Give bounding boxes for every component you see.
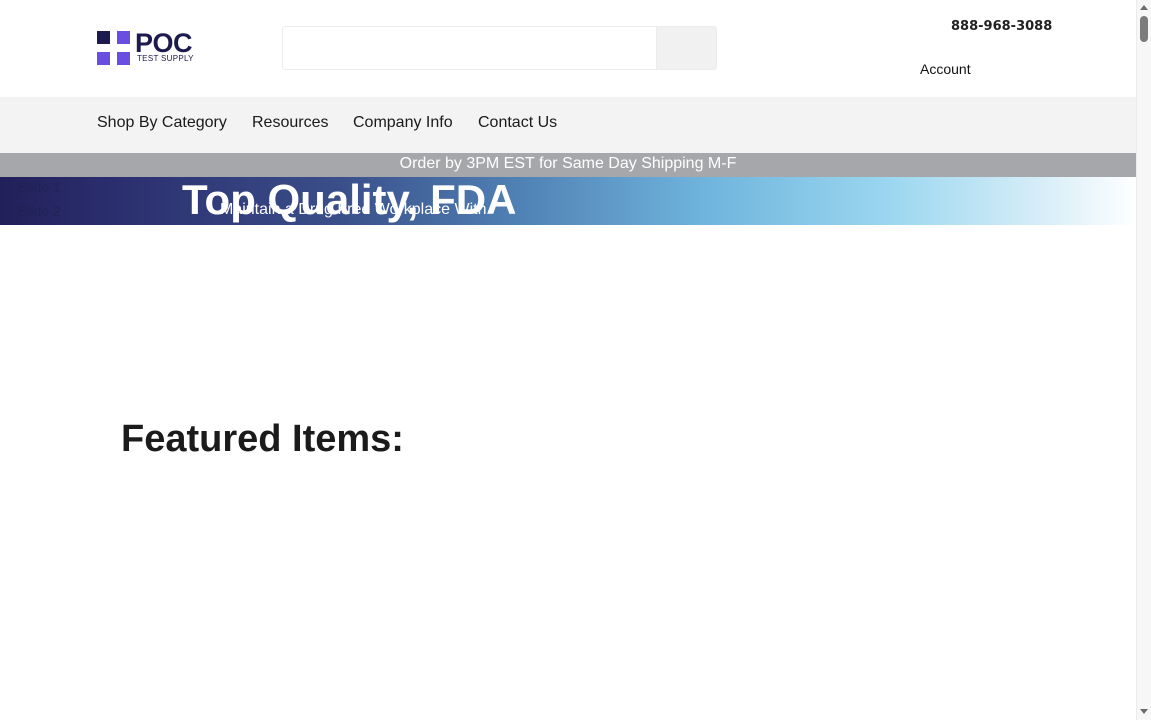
scrollbar-thumb[interactable] (1140, 16, 1148, 42)
slide-tab-2[interactable]: Slide 2 (18, 203, 61, 219)
shipping-notice-text: Order by 3PM EST for Same Day Shipping M… (399, 155, 737, 172)
page: POC TEST SUPPLY 888-968-3088 Account Sho… (0, 0, 1136, 720)
site-logo[interactable]: POC TEST SUPPLY (97, 28, 212, 67)
search-input[interactable] (282, 26, 656, 70)
logo-square (97, 52, 110, 65)
page-scrollbar[interactable] (1136, 0, 1151, 720)
nav-item-shop-by-category[interactable]: Shop By Category (97, 114, 227, 132)
nav-item-resources[interactable]: Resources (252, 114, 328, 132)
hero-banner: Top Quality, FDA Slide 1 Slide 2 Maintai… (0, 177, 1136, 225)
scroll-down-arrow-icon[interactable] (1140, 709, 1148, 714)
hero-subtext: Maintain a Drug Free Workplace With (220, 201, 487, 218)
scroll-up-arrow-icon[interactable] (1140, 5, 1148, 10)
account-link[interactable]: Account (920, 61, 971, 77)
site-header: POC TEST SUPPLY 888-968-3088 Account (0, 0, 1136, 97)
search-button[interactable] (656, 26, 717, 70)
shipping-notice-bar: Order by 3PM EST for Same Day Shipping M… (0, 153, 1136, 177)
main-nav: Shop By Category Resources Company Info … (0, 97, 1136, 153)
logo-square (117, 31, 130, 44)
phone-number[interactable]: 888-968-3088 (951, 19, 1052, 34)
slide-tab-1[interactable]: Slide 1 (18, 179, 61, 195)
logo-square (97, 31, 110, 44)
nav-item-company-info[interactable]: Company Info (353, 114, 453, 132)
featured-items-heading: Featured Items: (121, 418, 404, 460)
logo-square (117, 52, 130, 65)
logo-tagline: TEST SUPPLY (137, 54, 194, 63)
nav-item-contact-us[interactable]: Contact Us (478, 114, 557, 132)
